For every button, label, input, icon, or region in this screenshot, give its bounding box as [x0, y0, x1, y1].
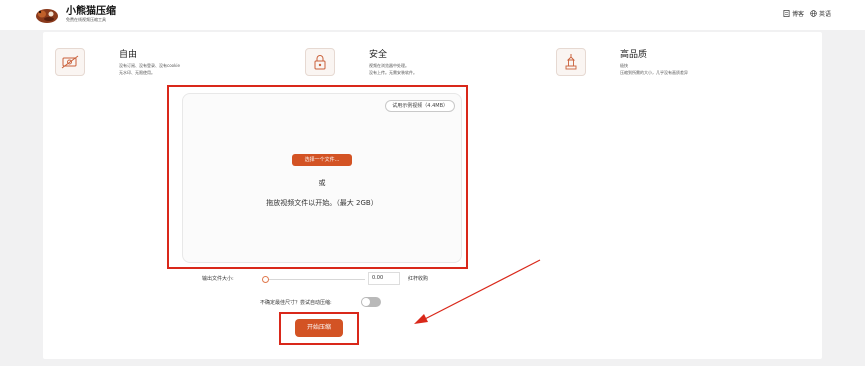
top-nav: 博客 英语 — [783, 9, 831, 18]
feature-line: 没有上传。无需安装软件。 — [369, 70, 417, 75]
no-cost-icon — [55, 48, 85, 76]
feature-title: 安全 — [369, 50, 388, 60]
feature-free: 自由 没有订阅、没有登录、没有cookie 无水印、无限使用。 — [55, 46, 285, 86]
feature-line: 视频在浏览器中处理。 — [369, 63, 409, 68]
brand-name[interactable]: 小熊猫压缩 — [66, 6, 116, 17]
drag-drop-hint: 拖放视频文件以开始。（最大 2GB） — [266, 199, 378, 207]
globe-icon — [810, 10, 817, 17]
auto-compress-prompt: 不确定最佳尺寸？尝试自动压缩: — [260, 300, 332, 306]
output-size-slider[interactable] — [262, 276, 365, 283]
auto-compress-toggle[interactable] — [361, 297, 381, 307]
upload-highlight-frame: 试用示例视频（4.4MB） 选择一个文件... 或 拖放视频文件以开始。（最大 … — [167, 85, 468, 269]
start-compress-button[interactable]: 开始压缩 — [295, 319, 343, 337]
try-sample-video-button[interactable]: 试用示例视频（4.4MB） — [385, 100, 455, 112]
choose-file-button[interactable]: 选择一个文件... — [292, 154, 352, 166]
or-separator: 或 — [318, 179, 326, 187]
feature-line: 极快 — [620, 63, 628, 68]
nav-blog-link[interactable]: 博客 — [792, 9, 804, 18]
quality-tower-icon — [556, 48, 586, 76]
brand-tagline: 免费在线视频压缩工具 — [66, 17, 106, 22]
feature-line: 没有订阅、没有登录、没有cookie — [119, 63, 180, 68]
output-size-label: 输出文件大小: — [202, 276, 234, 282]
feature-quality: 高品质 极快 压缩到所需的大小，几乎没有画质差异 — [556, 46, 796, 86]
feature-line: 无水印、无限使用。 — [119, 70, 155, 75]
feature-line: 压缩到所需的大小，几乎没有画质差异 — [620, 70, 688, 75]
output-size-input[interactable]: 0.00 — [368, 272, 400, 285]
start-highlight-frame: 开始压缩 — [279, 312, 359, 345]
panda-logo-icon[interactable] — [35, 6, 59, 24]
slider-thumb[interactable] — [262, 276, 269, 283]
blog-icon — [783, 10, 790, 17]
file-drop-zone[interactable]: 试用示例视频（4.4MB） 选择一个文件... 或 拖放视频文件以开始。（最大 … — [182, 93, 462, 263]
security-lock-icon — [305, 48, 335, 76]
toggle-knob — [362, 298, 370, 306]
output-size-unit: 红杆收购 — [408, 276, 429, 282]
feature-title: 高品质 — [620, 50, 648, 60]
slider-track[interactable] — [262, 279, 365, 280]
feature-secure: 安全 视频在浏览器中处理。 没有上传。无需安装软件。 — [305, 46, 535, 86]
top-bar: 小熊猫压缩 免费在线视频压缩工具 博客 英语 — [0, 0, 865, 30]
feature-title: 自由 — [119, 50, 138, 60]
language-selector[interactable]: 英语 — [819, 9, 831, 18]
